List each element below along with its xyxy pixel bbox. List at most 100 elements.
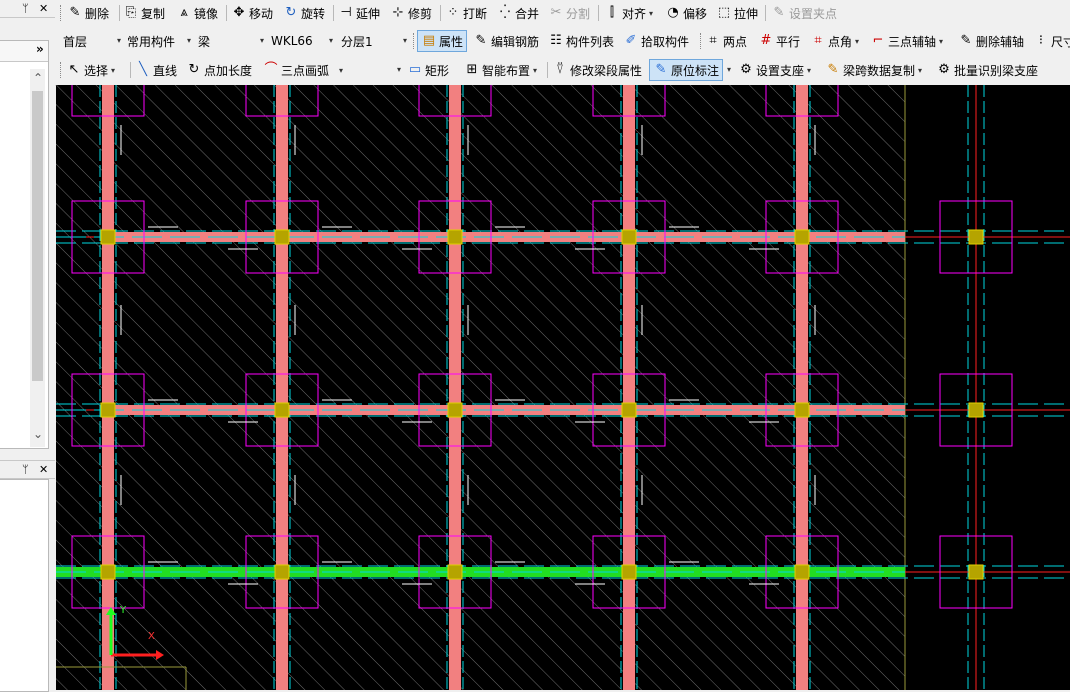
- beam-vertical[interactable]: [623, 85, 635, 690]
- line-button[interactable]: ╲ 直线: [135, 57, 177, 83]
- column[interactable]: [794, 402, 810, 418]
- offset-label: 偏移: [683, 6, 708, 21]
- span-data-copy-button[interactable]: ✎ 梁跨数据复制 ▾: [825, 57, 922, 83]
- point-angle-axis-button[interactable]: ⌗ 点角 ▾: [810, 28, 859, 54]
- align-button[interactable]: ⫿ 对齐 ▾: [604, 0, 653, 26]
- pin-icon[interactable]: ᛘ: [22, 0, 29, 17]
- column[interactable]: [968, 564, 984, 580]
- vertical-scrollbar[interactable]: ⌃ ⌄: [30, 69, 45, 447]
- scroll-down-icon[interactable]: ⌄: [33, 427, 43, 441]
- toolbar-grip[interactable]: [60, 5, 63, 21]
- trim-button[interactable]: ⊹ 修剪: [390, 0, 432, 26]
- cad-drawing[interactable]: [56, 85, 1070, 690]
- extend-button[interactable]: ⊣ 延伸: [338, 0, 380, 26]
- column[interactable]: [447, 402, 463, 418]
- merge-button[interactable]: ⁛ 合并: [497, 0, 539, 26]
- properties-button[interactable]: ▤ 属性: [417, 30, 468, 52]
- delete-button[interactable]: ✎ 删除: [67, 0, 109, 26]
- beam-vertical[interactable]: [102, 85, 114, 690]
- column[interactable]: [274, 564, 290, 580]
- column[interactable]: [274, 229, 290, 245]
- set-support-button[interactable]: ⚙ 设置支座 ▾: [738, 57, 811, 83]
- pin-icon[interactable]: ᛘ: [22, 461, 29, 478]
- drawing-canvas[interactable]: X Y: [56, 85, 1070, 690]
- column[interactable]: [100, 564, 116, 580]
- extend-label: 延伸: [356, 6, 381, 21]
- beam-vertical[interactable]: [276, 85, 288, 690]
- smart-layout-button[interactable]: ⊞ 智能布置 ▾: [464, 57, 537, 83]
- column[interactable]: [274, 402, 290, 418]
- split-button[interactable]: ✂ 分割: [548, 0, 590, 26]
- component-type-value: 常用构件: [127, 34, 176, 49]
- offset-icon: ◔: [667, 5, 679, 20]
- column[interactable]: [621, 564, 637, 580]
- component-category-select[interactable]: 梁 ▾: [198, 31, 266, 51]
- rotate-icon: ↻: [285, 5, 297, 20]
- y-axis-label: Y: [120, 605, 127, 616]
- pick-component-button[interactable]: ✐ 拾取构件: [623, 28, 689, 54]
- floor-select[interactable]: 首层 ▾: [63, 31, 123, 51]
- edit-rebar-button[interactable]: ✎ 编辑钢筋: [473, 28, 539, 54]
- smart-layout-icon: ⊞: [466, 62, 478, 77]
- scroll-up-icon[interactable]: ⌃: [33, 71, 43, 85]
- close-icon[interactable]: ✕: [39, 0, 48, 17]
- expand-icon[interactable]: »: [36, 42, 44, 56]
- parallel-axis-button[interactable]: # 平行: [758, 28, 800, 54]
- component-type-select[interactable]: 常用构件 ▾: [127, 31, 193, 51]
- draw-mode-select[interactable]: ▾: [347, 60, 403, 80]
- column[interactable]: [447, 564, 463, 580]
- move-button[interactable]: ✥ 移动: [231, 0, 273, 26]
- column[interactable]: [100, 229, 116, 245]
- batch-identify-support-button[interactable]: ⚙ 批量识别梁支座: [936, 57, 1038, 83]
- column[interactable]: [621, 402, 637, 418]
- eraser-icon: ✎: [69, 5, 81, 20]
- point-angle-label: 点角: [828, 34, 853, 49]
- column[interactable]: [100, 402, 116, 418]
- component-list-button[interactable]: ☷ 构件列表: [548, 28, 614, 54]
- column[interactable]: [968, 229, 984, 245]
- modify-beam-segment-button[interactable]: ⍢ 修改梁段属性: [552, 57, 642, 83]
- delete-axis-button[interactable]: ✎ 删除辅轴: [958, 28, 1024, 54]
- column[interactable]: [621, 229, 637, 245]
- rotate-button[interactable]: ↻ 旋转: [283, 0, 325, 26]
- trim-icon: ⊹: [392, 5, 404, 20]
- toolbar-edit: ✎ 删除 ⎘ 复制 ⩓ 镜像 ✥ 移动 ↻ 旋转 ⊣ 延伸 ⊹ 修剪 ⁘ 打断 ⁛ 合并 ✂ 分割 …: [55, 0, 1070, 29]
- dropdown-arrow-icon: ▾: [918, 65, 923, 75]
- dropdown-arrow-icon[interactable]: ▾: [727, 65, 731, 74]
- point-length-label: 点加长度: [204, 63, 253, 78]
- column[interactable]: [794, 564, 810, 580]
- select-button[interactable]: ↖ 选择 ▾: [66, 57, 115, 83]
- set-grip-point-button[interactable]: ✎ 设置夹点: [771, 0, 837, 26]
- beam-vertical[interactable]: [796, 85, 808, 690]
- column[interactable]: [968, 402, 984, 418]
- floor-slab-hatch[interactable]: [56, 85, 905, 690]
- offset-button[interactable]: ◔ 偏移: [665, 0, 707, 26]
- dropdown-arrow-icon: ▾: [855, 36, 860, 46]
- three-point-axis-button[interactable]: ⌐ 三点辅轴 ▾: [870, 28, 943, 54]
- mirror-button[interactable]: ⩓ 镜像: [176, 0, 218, 26]
- rectangle-button[interactable]: ▭ 矩形: [407, 57, 449, 83]
- parallel-axis-label: 平行: [776, 34, 801, 49]
- break-button[interactable]: ⁘ 打断: [445, 0, 487, 26]
- close-icon[interactable]: ✕: [39, 461, 48, 478]
- scrollbar-thumb[interactable]: [32, 91, 43, 381]
- edit-rebar-icon: ✎: [475, 33, 487, 48]
- dimension-button[interactable]: ⁝ 尺寸: [1033, 28, 1070, 54]
- component-name-select[interactable]: WKL66 ▾: [271, 31, 335, 51]
- break-label: 打断: [463, 6, 488, 21]
- three-point-arc-button[interactable]: ⌒ 三点画弧 ▾: [263, 57, 343, 83]
- dropdown-arrow-icon: ▾: [402, 36, 407, 45]
- in-situ-annotation-button[interactable]: ✎ 原位标注: [649, 59, 724, 81]
- column[interactable]: [447, 229, 463, 245]
- two-point-axis-button[interactable]: ⌗ 两点: [705, 28, 747, 54]
- copy-icon: ⎘: [125, 5, 137, 20]
- dropdown-arrow-icon: ▾: [259, 36, 264, 45]
- layer-select[interactable]: 分层1 ▾: [341, 31, 409, 51]
- column[interactable]: [794, 229, 810, 245]
- point-length-button[interactable]: ↻ 点加长度: [186, 57, 252, 83]
- dock-panel-lower: [0, 479, 49, 692]
- beam-vertical[interactable]: [449, 85, 461, 690]
- copy-button[interactable]: ⎘ 复制: [123, 0, 165, 26]
- stretch-button[interactable]: ⬚ 拉伸: [716, 0, 758, 26]
- properties-label: 属性: [439, 34, 464, 49]
